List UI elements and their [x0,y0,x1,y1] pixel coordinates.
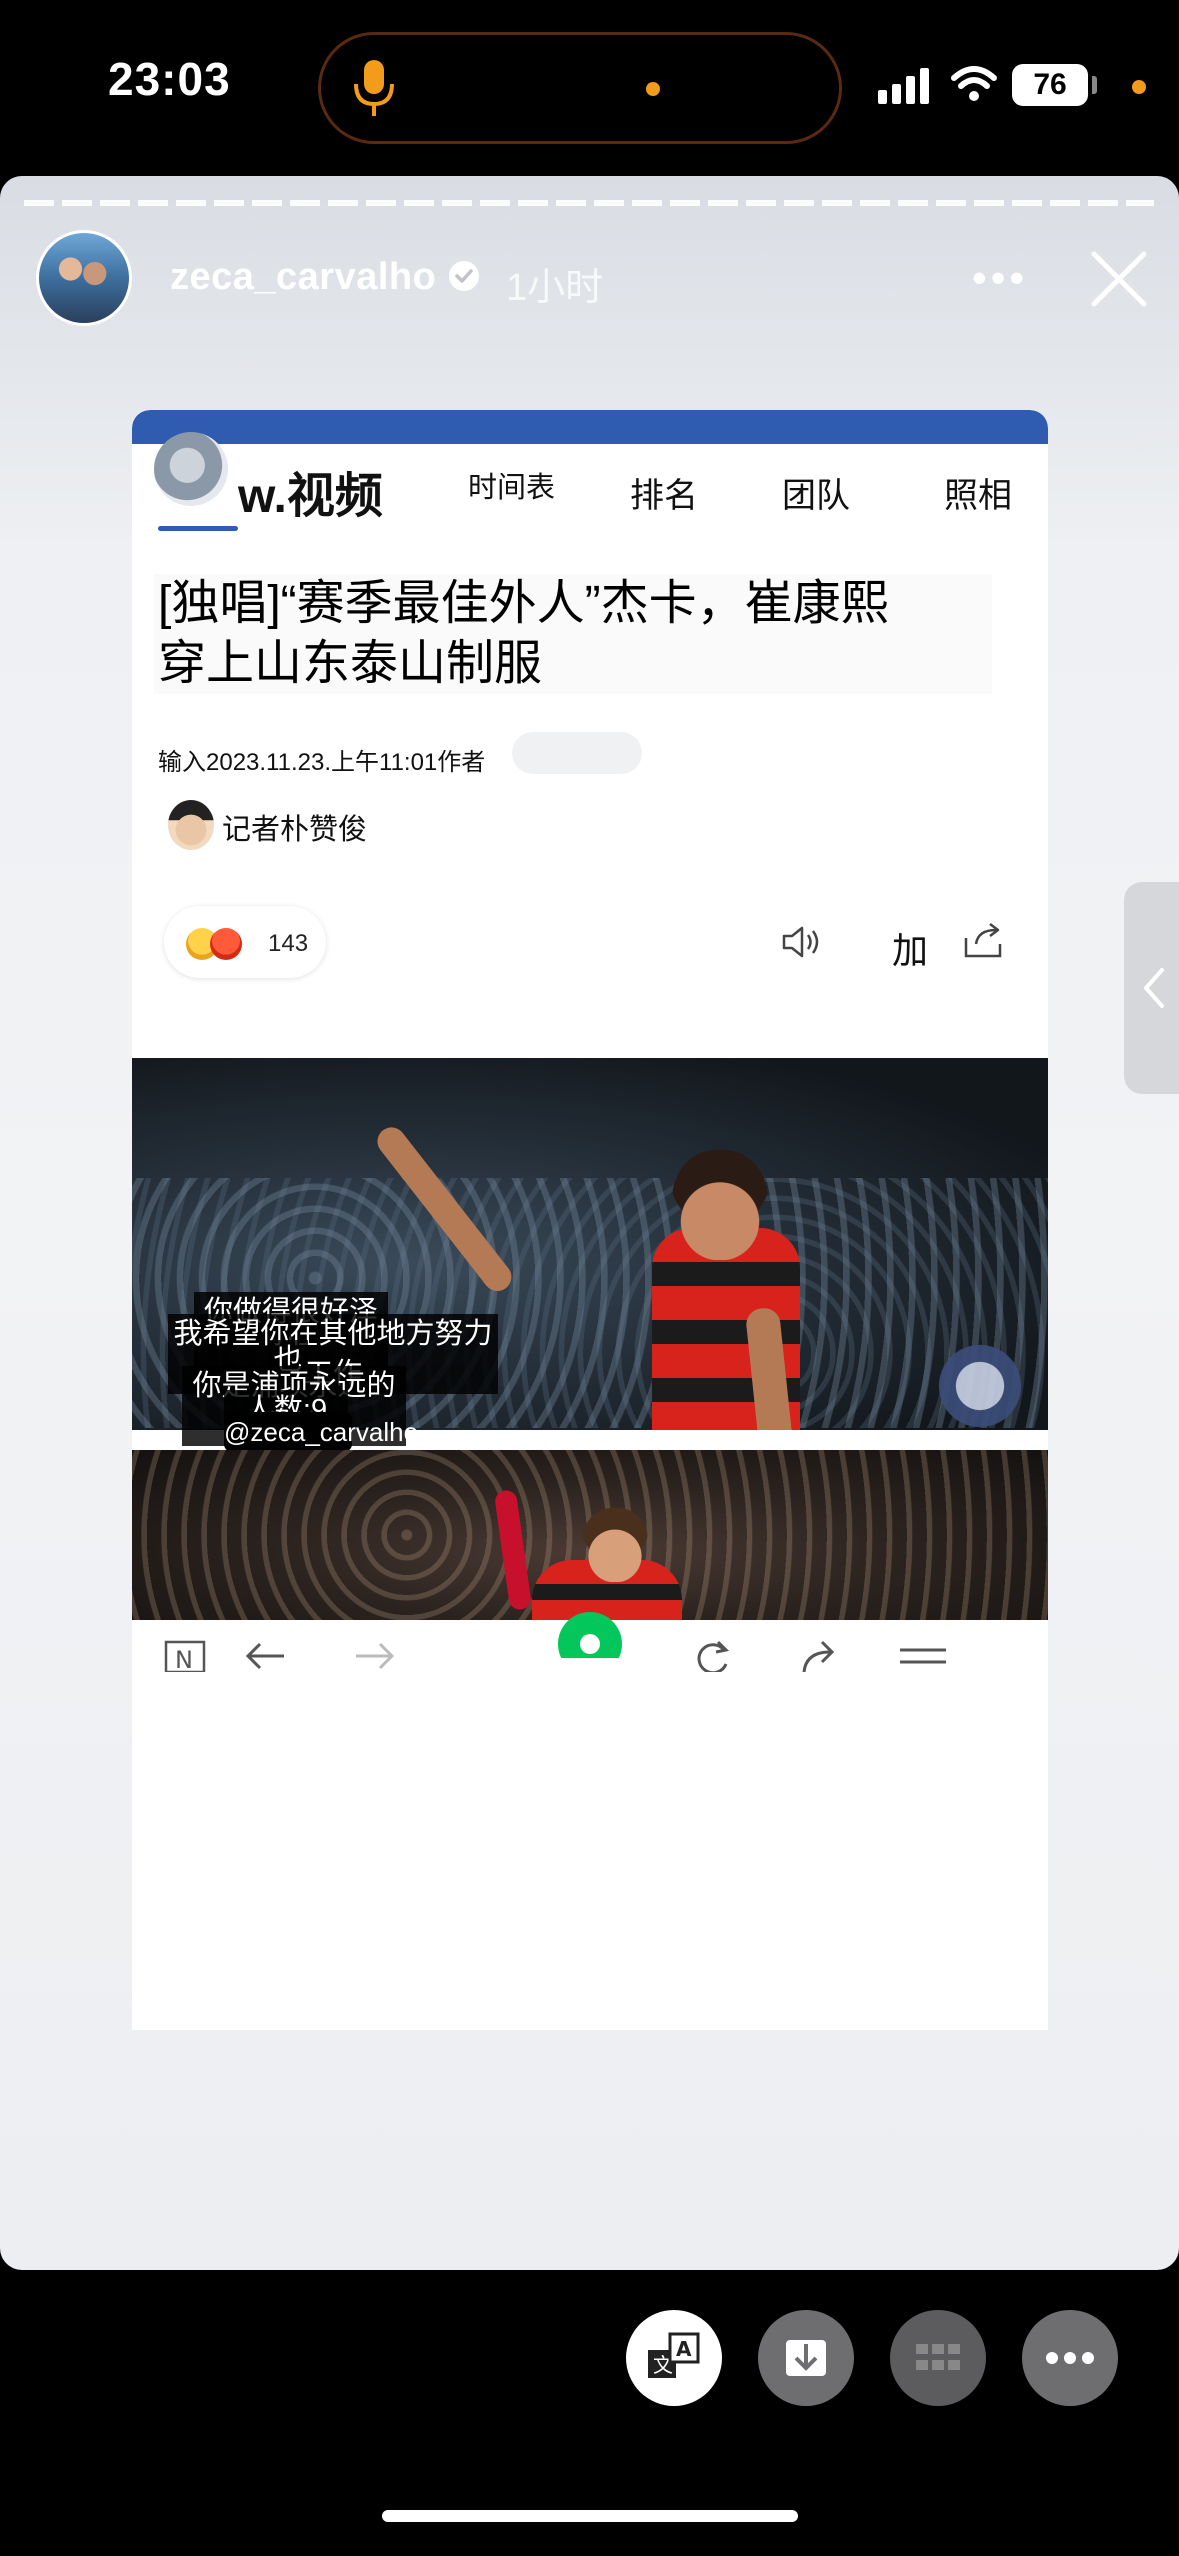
story-time-ago: 1小时 [506,267,604,309]
wifi-icon [951,66,997,101]
article-title-line: 穿上山东泰山制服 [158,637,543,690]
active-tab-underline [158,526,238,531]
status-time: 23:03 [108,53,231,105]
forward-arrow-icon [356,1642,395,1670]
player-head [582,1508,648,1582]
nav-item-ranking: 排名 [630,477,698,515]
chevron-left-icon[interactable] [1142,966,1166,1010]
share-arrow-icon [802,1640,835,1672]
site-logo-image [154,432,228,506]
privacy-indicator-dot [646,82,660,96]
speaker-icon [782,926,819,958]
more-button[interactable] [1022,2310,1118,2406]
player-head [672,1150,768,1260]
grid-button[interactable] [890,2310,986,2406]
share-icon [964,923,1002,958]
battery-indicator: 76 [1012,64,1088,106]
reporter-name: 记者朴赞俊 [222,814,368,846]
green-dot-icon [558,1612,622,1658]
mention-sticker[interactable]: @zeca_carvalho [224,1412,418,1452]
nav-item-photo: 照相 [944,477,1012,515]
story-username[interactable]: zeca_carvalho [170,256,436,299]
site-logo-text: w.视频 [238,470,383,523]
battery-cap [1092,76,1097,94]
angry-reaction-icon [210,928,242,960]
reporter-avatar [168,800,214,850]
close-icon[interactable] [1088,248,1150,310]
refresh-icon [697,1640,730,1672]
article-photo-celebration [132,1450,1048,1620]
browser-top-strip [132,410,1048,444]
grid-icon [916,2344,960,2370]
privacy-indicator-dot [1132,80,1146,94]
font-size-button: 加 [892,930,929,971]
svg-text:A: A [676,2337,692,2361]
club-watermark [932,1338,1028,1430]
article-title-line: [独唱]“赛季最佳外人”杰卡，崔康熙 [158,577,889,630]
download-icon [786,2340,826,2376]
naver-home-icon: N [164,1640,206,1672]
back-arrow-icon [245,1642,284,1670]
nav-item-schedule: 时间表 [468,472,556,504]
reaction-count: 143 [268,930,309,957]
shared-screenshot: w.视频 时间表 排名 团队 照相 [独唱]“赛季最佳外人”杰卡，崔康熙 穿上山… [132,410,1048,2030]
more-options-button[interactable]: ••• [972,257,1028,299]
nav-item-team: 团队 [782,477,850,515]
story-progress-bar [24,200,1154,206]
home-indicator[interactable] [382,2510,798,2522]
article-meta: 输入2023.11.23.上午11:01作者 [158,749,486,776]
menu-icon [900,1648,946,1664]
svg-text:N: N [175,1646,193,1672]
translate-button[interactable]: 文 A [626,2310,722,2406]
redacted-author [512,732,642,774]
verified-badge-icon [449,261,479,291]
article-title: [独唱]“赛季最佳外人”杰卡，崔康熙 穿上山东泰山制服 [154,574,992,694]
cellular-signal-icon [878,68,929,104]
user-avatar[interactable] [36,230,132,326]
story-viewer[interactable]: zeca_carvalho 1小时 ••• w.视频 时间表 排名 团队 照相 … [0,176,1179,2270]
microphone-icon [354,60,394,116]
translate-icon: 文 A [648,2332,700,2378]
save-button[interactable] [758,2310,854,2406]
more-horizontal-icon [1046,2352,1094,2364]
